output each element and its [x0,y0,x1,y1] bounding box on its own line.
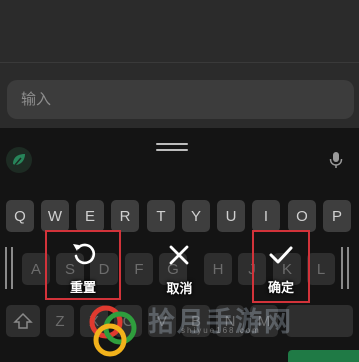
key-e[interactable]: E [76,200,104,232]
reset-label: 重置 [69,280,96,295]
app-content-area [0,0,359,128]
reset-button[interactable]: 重置 [45,230,121,300]
key-l[interactable]: L [307,253,335,285]
watermark-url: shiyue168.com [181,326,261,335]
text-input-box[interactable] [7,80,354,119]
microphone-button[interactable] [324,148,348,172]
shift-arrow-icon [13,312,33,329]
cancel-button[interactable]: 取消 [152,238,207,300]
key-u[interactable]: U [217,200,245,232]
leaf-logo-icon [13,154,25,166]
key-w[interactable]: W [41,200,69,232]
toolbar-divider [0,62,359,63]
message-input[interactable] [7,80,354,119]
enter-key[interactable] [288,350,359,362]
key-r[interactable]: R [111,200,139,232]
key-p[interactable]: P [323,200,351,232]
key-y[interactable]: Y [182,200,210,232]
shift-key[interactable] [6,305,40,337]
confirm-label: 确定 [267,280,294,295]
confirm-button[interactable]: 确定 [252,230,310,303]
keyboard-collapse-handle[interactable] [156,143,188,152]
key-h[interactable]: H [204,253,232,285]
key-z[interactable]: Z [46,305,74,337]
backspace-key[interactable] [286,305,353,337]
key-o[interactable]: O [288,200,316,232]
key-f[interactable]: F [125,253,153,285]
right-edge-bars [341,247,355,289]
key-q[interactable]: Q [6,200,34,232]
key-t[interactable]: T [147,200,175,232]
key-i[interactable]: I [252,200,280,232]
checkmark-icon [269,246,293,264]
microphone-icon [329,152,343,168]
close-icon [169,245,189,265]
rotate-ccw-icon [73,243,96,265]
watermark-rings-logo [89,305,137,357]
keyboard-logo-button[interactable] [6,147,32,173]
cancel-label: 取消 [166,281,193,296]
left-edge-bars [5,247,19,289]
